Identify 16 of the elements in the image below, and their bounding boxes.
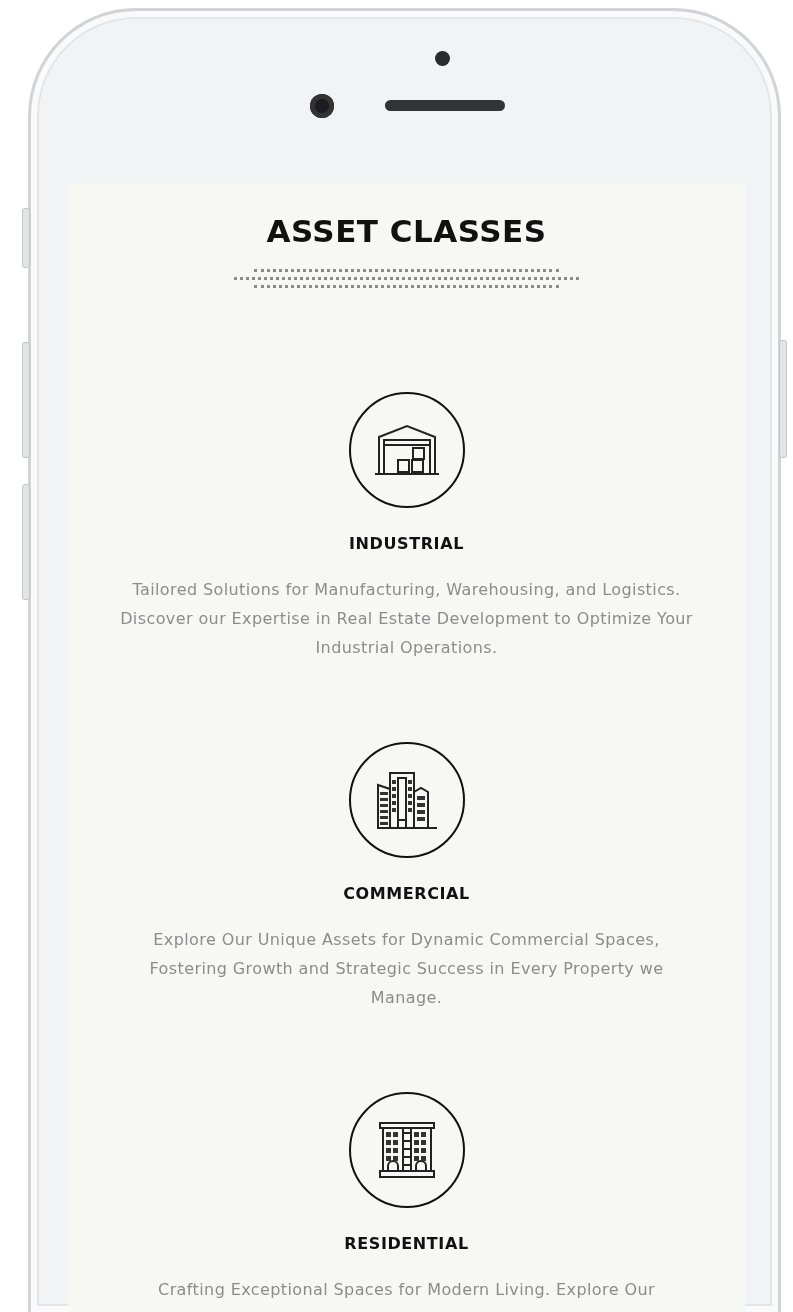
sensor-dot [435, 51, 450, 66]
asset-heading: RESIDENTIAL [344, 1234, 469, 1253]
asset-description: Explore Our Unique Assets for Dynamic Commercial Spaces, Fostering Growth and Strategic Success in Every Property we Manage. [148, 929, 665, 1009]
asset-description: Crafting Exceptional Spaces for Modern Living. Explore Our [157, 1279, 656, 1301]
side-button[interactable] [22, 484, 30, 600]
apartment-building-icon [377, 1121, 436, 1179]
warehouse-icon [372, 424, 441, 476]
side-button[interactable] [22, 208, 30, 268]
asset-heading: INDUSTRIAL [349, 534, 464, 553]
section-title: ASSET CLASSES [266, 213, 547, 249]
side-button[interactable] [22, 342, 30, 458]
side-button[interactable] [779, 340, 787, 458]
camera-lens [310, 94, 334, 118]
asset-heading: COMMERCIAL [343, 884, 470, 903]
office-buildings-icon [375, 770, 438, 830]
asset-description: Tailored Solutions for Manufacturing, Warehousing, and Logistics. Discover our Expertise in Real Estate Development to Optimize Your Industrial Operations. [119, 579, 694, 659]
